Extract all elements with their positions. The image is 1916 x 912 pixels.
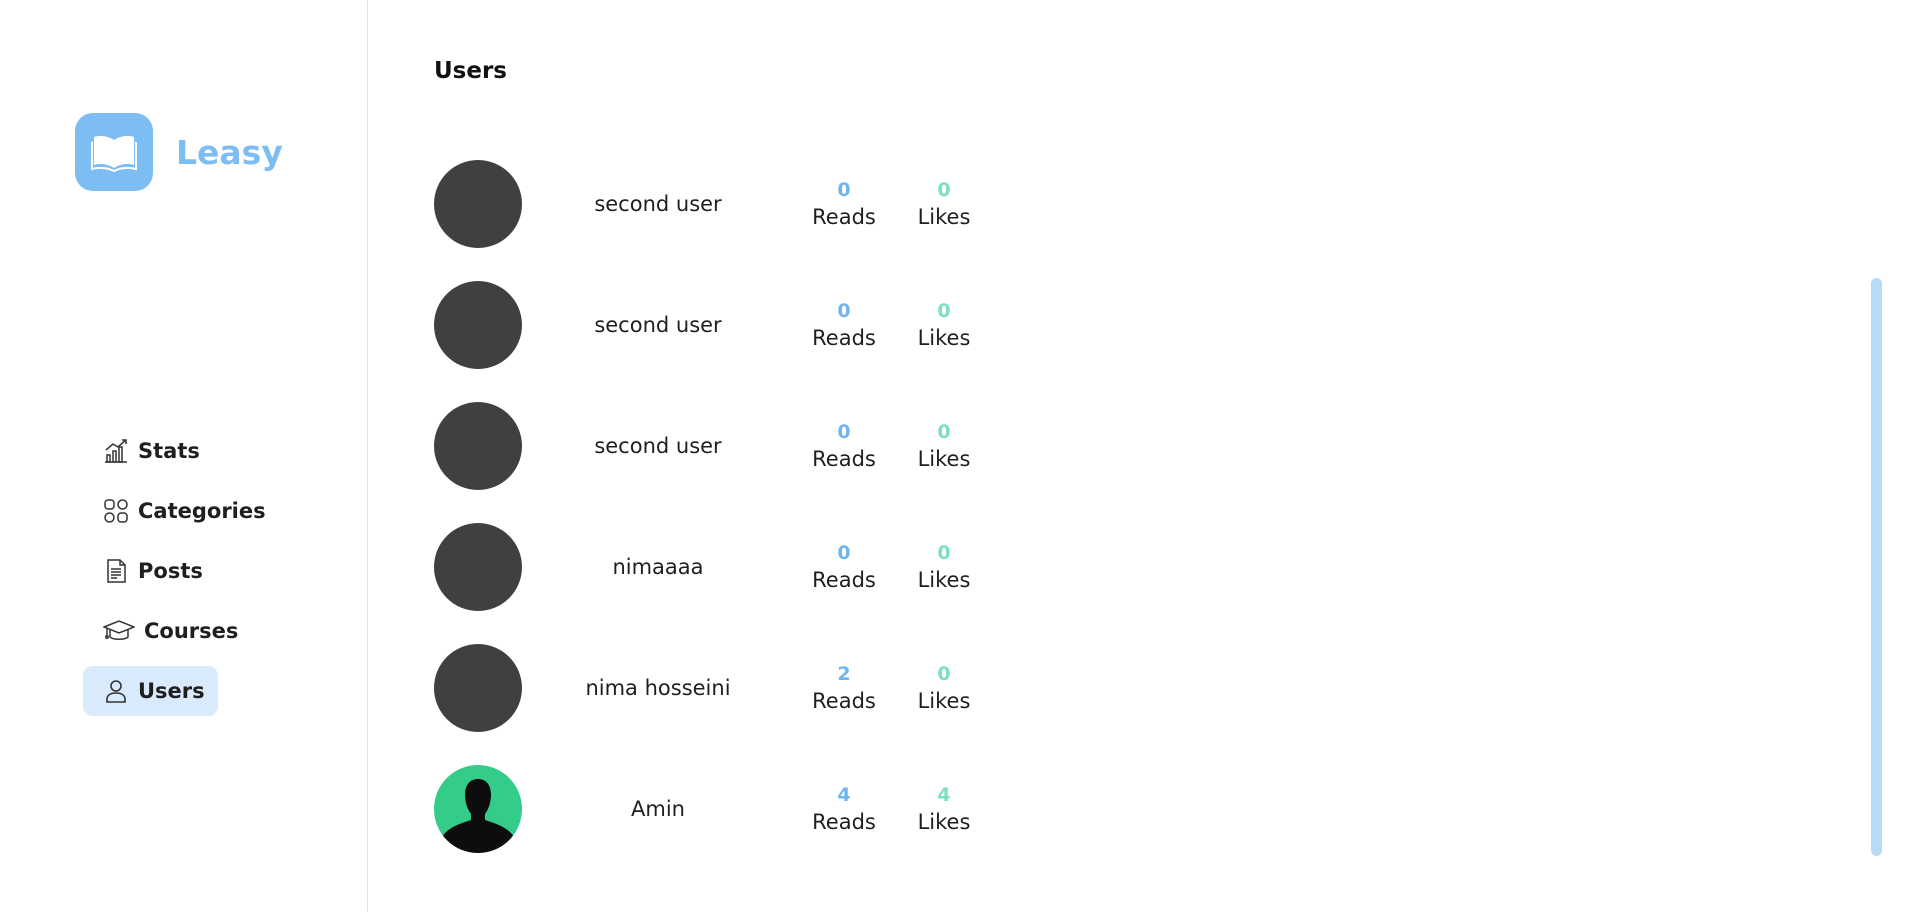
reads-count: 0 <box>837 300 851 322</box>
nav-label-categories: Categories <box>138 499 266 523</box>
likes-stat: 0 Likes <box>894 661 994 715</box>
nav-item-courses[interactable]: Courses <box>83 606 282 656</box>
reads-stat: 4 Reads <box>794 782 894 836</box>
user-name: second user <box>594 434 722 458</box>
chart-icon <box>103 438 129 464</box>
likes-label: Likes <box>917 810 971 834</box>
avatar <box>434 644 522 732</box>
reads-label: Reads <box>812 568 876 592</box>
likes-label: Likes <box>917 205 971 229</box>
user-name: second user <box>594 192 722 216</box>
likes-label: Likes <box>917 447 971 471</box>
likes-stat: 0 Likes <box>894 177 994 231</box>
brand[interactable]: Leasy <box>75 113 283 191</box>
likes-count: 0 <box>937 542 951 564</box>
likes-count: 0 <box>937 421 951 443</box>
nav-label-users: Users <box>138 679 205 703</box>
nav-item-stats[interactable]: Stats <box>83 426 282 476</box>
reads-label: Reads <box>812 810 876 834</box>
likes-label: Likes <box>917 568 971 592</box>
user-row[interactable]: Amin 4 Reads 4 Likes <box>434 765 994 853</box>
reads-stat: 0 Reads <box>794 540 894 594</box>
reads-count: 0 <box>837 421 851 443</box>
user-name: second user <box>594 313 722 337</box>
likes-stat: 0 Likes <box>894 540 994 594</box>
nav-item-users[interactable]: Users <box>83 666 218 716</box>
likes-stat: 4 Likes <box>894 782 994 836</box>
user-icon <box>103 678 129 704</box>
graduation-cap-icon <box>103 618 135 644</box>
likes-label: Likes <box>917 689 971 713</box>
user-row[interactable]: second user 0 Reads 0 Likes <box>434 402 994 490</box>
likes-count: 0 <box>937 663 951 685</box>
brand-name: Leasy <box>176 132 283 172</box>
app-root: Leasy Stats Categories Posts Courses Use… <box>0 0 1916 912</box>
book-icon <box>75 113 153 191</box>
document-icon <box>103 558 129 584</box>
user-row[interactable]: nimaaaa 0 Reads 0 Likes <box>434 523 994 611</box>
reads-label: Reads <box>812 689 876 713</box>
reads-stat: 0 Reads <box>794 177 894 231</box>
nav-label-posts: Posts <box>138 559 203 583</box>
main-content: Users second user 0 Reads 0 Likes second… <box>368 0 1916 912</box>
likes-count: 0 <box>937 179 951 201</box>
reads-count: 0 <box>837 179 851 201</box>
nav-label-courses: Courses <box>144 619 239 643</box>
nav-item-categories[interactable]: Categories <box>83 486 282 536</box>
reads-count: 2 <box>837 663 851 685</box>
likes-count: 4 <box>937 784 951 806</box>
reads-count: 4 <box>837 784 851 806</box>
scrollbar[interactable] <box>1871 278 1882 856</box>
avatar <box>434 402 522 490</box>
nav-item-posts[interactable]: Posts <box>83 546 282 596</box>
user-name: nima hosseini <box>585 676 731 700</box>
reads-stat: 0 Reads <box>794 419 894 473</box>
user-name: nimaaaa <box>612 555 704 579</box>
sidebar: Leasy Stats Categories Posts Courses Use… <box>0 0 368 912</box>
user-list: second user 0 Reads 0 Likes second user … <box>434 160 994 886</box>
reads-stat: 0 Reads <box>794 298 894 352</box>
avatar <box>434 523 522 611</box>
reads-stat: 2 Reads <box>794 661 894 715</box>
likes-stat: 0 Likes <box>894 298 994 352</box>
likes-count: 0 <box>937 300 951 322</box>
grid-icon <box>103 498 129 524</box>
user-row[interactable]: second user 0 Reads 0 Likes <box>434 281 994 369</box>
likes-stat: 0 Likes <box>894 419 994 473</box>
avatar <box>434 281 522 369</box>
sidebar-nav: Stats Categories Posts Courses Users <box>83 426 282 726</box>
reads-label: Reads <box>812 205 876 229</box>
likes-label: Likes <box>917 326 971 350</box>
page-title: Users <box>434 58 507 84</box>
reads-label: Reads <box>812 326 876 350</box>
avatar <box>434 765 522 853</box>
nav-label-stats: Stats <box>138 439 200 463</box>
silhouette-icon <box>442 779 514 853</box>
reads-label: Reads <box>812 447 876 471</box>
user-name: Amin <box>631 797 685 821</box>
user-row[interactable]: nima hosseini 2 Reads 0 Likes <box>434 644 994 732</box>
reads-count: 0 <box>837 542 851 564</box>
avatar <box>434 160 522 248</box>
user-row[interactable]: second user 0 Reads 0 Likes <box>434 160 994 248</box>
